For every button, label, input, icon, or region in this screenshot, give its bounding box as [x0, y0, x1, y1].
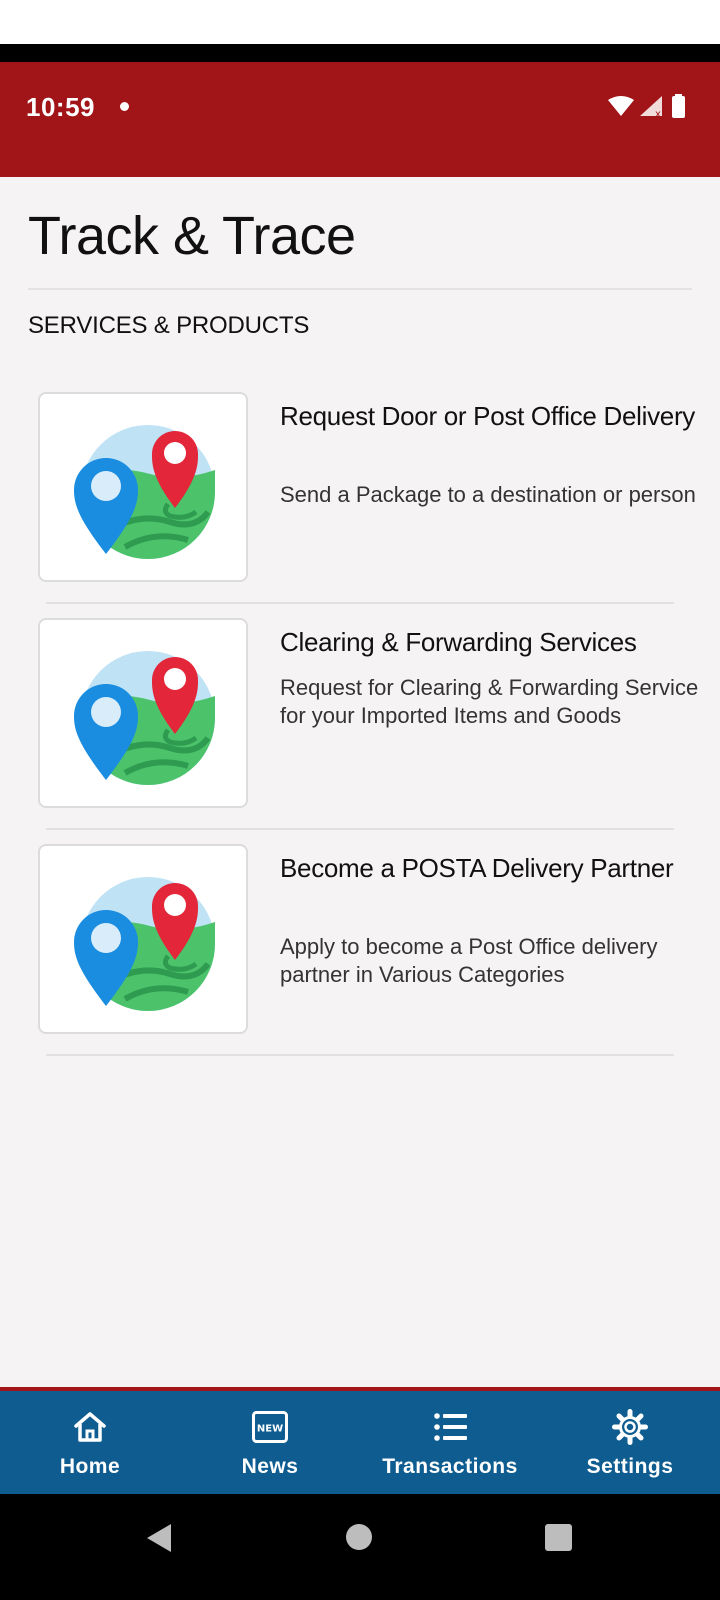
- map-location-pins-icon: [74, 425, 215, 559]
- service-title: Request Door or Post Office Delivery: [280, 401, 696, 431]
- news-badge-text: NEW: [257, 1424, 283, 1435]
- recents-icon[interactable]: [545, 1524, 572, 1551]
- home-icon: [74, 1412, 106, 1442]
- status-icons: x: [608, 94, 685, 120]
- list-icon: [434, 1413, 467, 1441]
- screen-top-margin: [0, 0, 720, 44]
- screen-top-bezel: [0, 44, 720, 62]
- nav-label-home: Home: [59, 1455, 121, 1478]
- service-item-delivery-partner[interactable]: Become a POSTA Delivery Partner Apply to…: [0, 844, 720, 1074]
- back-icon[interactable]: [147, 1524, 171, 1552]
- section-heading: SERVICES & PRODUCTS: [28, 312, 310, 339]
- service-description: Send a Package to a destination or perso…: [280, 482, 696, 507]
- item-divider: [46, 602, 674, 604]
- service-thumbnail: [38, 844, 248, 1034]
- map-location-pins-icon: [74, 651, 215, 785]
- status-bar: 10:59 x: [0, 62, 720, 177]
- nav-label-transactions: Transactions: [382, 1455, 518, 1478]
- map-location-pins-icon: [74, 877, 215, 1011]
- service-thumbnail: [38, 392, 248, 582]
- battery-icon: [672, 96, 685, 118]
- item-divider: [46, 828, 674, 830]
- nav-label-settings: Settings: [586, 1455, 674, 1478]
- title-divider: [28, 288, 692, 290]
- service-title: Become a POSTA Delivery Partner: [280, 853, 674, 883]
- nav-item-news[interactable]: NEW News: [180, 1391, 360, 1494]
- main-content: Track & Trace SERVICES & PRODUCTS Reques…: [0, 177, 720, 1387]
- page-title: Track & Trace: [28, 206, 356, 266]
- service-thumbnail: [38, 618, 248, 808]
- item-divider: [46, 1054, 674, 1056]
- gear-icon: [612, 1409, 648, 1445]
- service-description: Apply to become a Post Office delivery p…: [280, 934, 658, 987]
- home-circle-icon[interactable]: [346, 1524, 372, 1550]
- nav-item-home[interactable]: Home: [0, 1391, 180, 1494]
- service-item-door-delivery[interactable]: Request Door or Post Office Delivery Sen…: [0, 392, 720, 622]
- notification-dot-icon: [120, 102, 129, 111]
- nav-label-news: News: [241, 1455, 299, 1478]
- no-signal-x-icon: x: [655, 109, 661, 120]
- nav-item-transactions[interactable]: Transactions: [360, 1391, 540, 1494]
- status-time: 10:59: [26, 92, 95, 122]
- system-navigation-bar: [0, 1494, 720, 1600]
- service-description: Request for Clearing & Forwarding Servic…: [280, 675, 699, 728]
- bottom-navigation: Home NEW News Transactions Settings: [0, 1387, 720, 1494]
- nav-item-settings[interactable]: Settings: [540, 1391, 720, 1494]
- service-item-clearing-forwarding[interactable]: Clearing & Forwarding Services Request f…: [0, 618, 720, 848]
- wifi-icon: [608, 96, 634, 116]
- news-icon: NEW: [252, 1411, 288, 1443]
- service-title: Clearing & Forwarding Services: [280, 627, 637, 657]
